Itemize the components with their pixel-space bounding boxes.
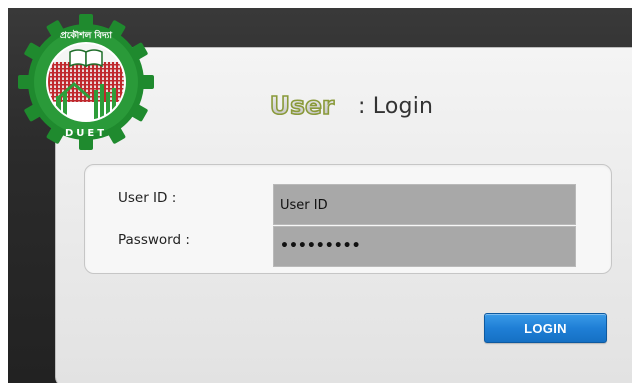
duet-logo: প্রকৌশল বিদ্যা DUET [16,12,156,152]
login-title: : Login [358,93,434,119]
logo-top-text: প্রকৌশল বিদ্যা [60,29,112,41]
login-button[interactable]: LOGIN [484,313,607,343]
password-input[interactable]: ••••••••• [273,226,576,267]
left-border [0,0,8,383]
page-title: User : Login [256,86,433,126]
logo-bottom-text: DUET [65,128,107,139]
user-badge-icon: User [256,89,348,123]
password-label: Password : [118,232,190,248]
user-id-input[interactable]: User ID [273,184,576,225]
user-id-label: User ID : [118,190,177,206]
gear-logo-icon: প্রকৌশল বিদ্যা DUET [18,14,154,150]
top-border [0,0,632,8]
user-badge-text: User [270,91,335,120]
